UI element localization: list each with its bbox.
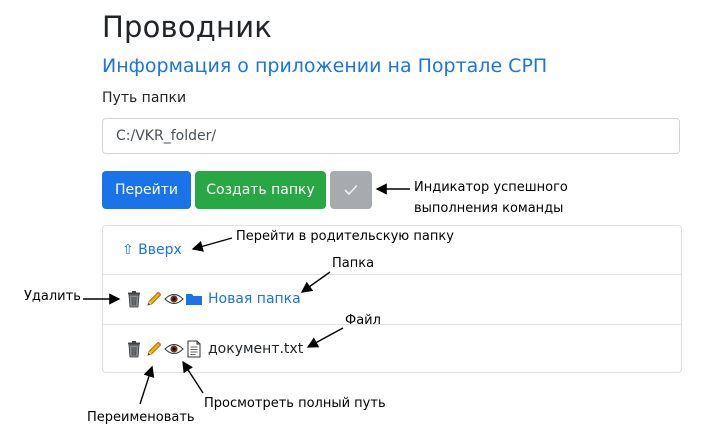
arrow-fullpath bbox=[182, 360, 204, 394]
annotation-parent: Перейти в родительскую папку bbox=[236, 229, 454, 244]
annotation-fullpath: Просмотреть полный путь bbox=[204, 396, 386, 411]
annotation-file: Файл bbox=[345, 313, 381, 328]
arrow-folder bbox=[300, 271, 331, 293]
annotation-folder: Папка bbox=[332, 256, 375, 271]
arrow-file bbox=[306, 327, 344, 348]
annotation-indicator-line2: выполнения команды bbox=[414, 201, 564, 216]
annotation-arrows bbox=[83, 183, 410, 405]
annotation-indicator-line1: Индикатор успешного bbox=[414, 180, 568, 195]
arrow-rename bbox=[139, 365, 155, 405]
annotation-delete: Удалить bbox=[24, 289, 81, 304]
arrow-parent bbox=[191, 237, 233, 252]
annotation-rename: Переименовать bbox=[87, 410, 195, 425]
